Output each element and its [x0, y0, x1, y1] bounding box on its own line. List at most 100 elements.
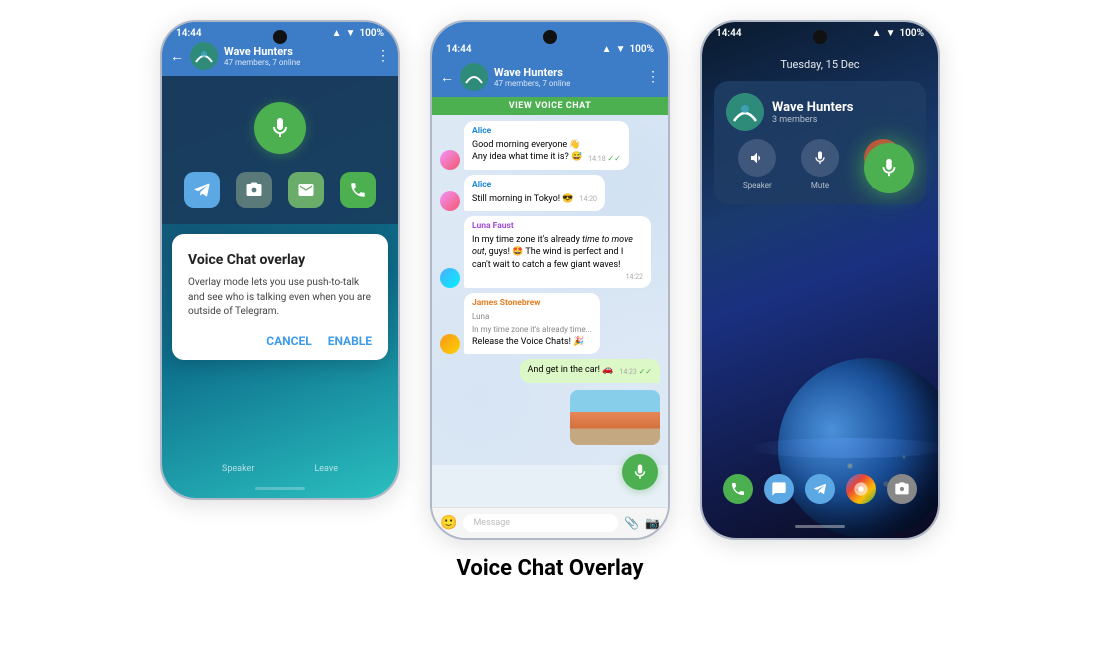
phone-left: 14:44 ▲ ▼ 100% ← Wave Hunters 47 members…: [160, 20, 400, 500]
alice-avatar-2: [440, 191, 460, 211]
camera-dock-icon[interactable]: [887, 474, 917, 504]
chat-image-inner: [570, 390, 660, 445]
cancel-button[interactable]: CANCEL: [266, 334, 311, 348]
msg-bubble: Luna Faust In my time zone it's already …: [464, 216, 651, 288]
emoji-button[interactable]: 🙂: [440, 515, 457, 531]
wifi-icon-left: ▼: [346, 28, 356, 39]
voice-card-name: Wave Hunters: [772, 100, 914, 115]
back-arrow-left[interactable]: ←: [170, 48, 184, 65]
mic-float-middle[interactable]: [622, 454, 658, 490]
battery-right: 100%: [899, 28, 924, 39]
back-arrow-middle[interactable]: ←: [440, 69, 454, 86]
message-row: James Stonebrew LunaIn my time zone it's…: [440, 293, 660, 354]
msg-time: 14:23 ✓✓: [619, 366, 652, 378]
chat-header-info-left: Wave Hunters 47 members, 7 online: [224, 45, 370, 67]
chat-sub-left: 47 members, 7 online: [224, 58, 370, 67]
menu-icon-middle[interactable]: ⋮: [646, 69, 660, 85]
enable-button[interactable]: ENABLE: [328, 334, 372, 348]
chrome-dock-icon[interactable]: [846, 474, 876, 504]
msg-bubble: Alice Still morning in Tokyo! 😎 14:20: [464, 175, 605, 210]
call-dock-icon[interactable]: [723, 474, 753, 504]
status-time-left: 14:44: [176, 28, 202, 39]
msg-bubble: Alice Good morning everyone 👋Any idea wh…: [464, 121, 629, 170]
chat-input-bar: 🙂 Message 📎 📷: [432, 507, 668, 538]
chat-name-left: Wave Hunters: [224, 45, 370, 58]
earth-glow: [748, 438, 938, 458]
mute-icon: [801, 139, 839, 177]
camera-input-button[interactable]: 📷: [645, 516, 660, 530]
message-row: Alice Good morning everyone 👋Any idea wh…: [440, 121, 660, 170]
chat-name-middle: Wave Hunters: [494, 66, 640, 79]
bottom-labels-left: Speaker Leave: [162, 460, 398, 478]
voice-chat-banner[interactable]: VIEW VOICE CHAT: [432, 97, 668, 115]
phones-container: 14:44 ▲ ▼ 100% ← Wave Hunters 47 members…: [0, 0, 1100, 550]
signal-icon-middle: ▲: [602, 44, 612, 55]
leave-label: Leave: [314, 464, 338, 474]
msg-text: LunaIn my time zone it's already time...: [472, 312, 592, 334]
image-msg-row: [440, 388, 660, 445]
battery-left: 100%: [359, 28, 384, 39]
msg-sender: Alice: [472, 126, 621, 138]
message-row: Luna Faust In my time zone it's already …: [440, 216, 660, 288]
msg-bubble: James Stonebrew LunaIn my time zone it's…: [464, 293, 600, 354]
msg-bubble-outgoing: And get in the car! 🚗 14:23 ✓✓: [520, 359, 660, 383]
mic-float-right[interactable]: [864, 143, 914, 193]
wifi-icon-middle: ▼: [616, 44, 626, 55]
voice-chat-card: Wave Hunters 3 members Speaker: [714, 81, 926, 204]
phone-app-icon[interactable]: [340, 172, 376, 208]
signal-icon-left: ▲: [332, 28, 342, 39]
msg-time: 14:18 ✓✓: [588, 153, 621, 165]
camera-app-icon[interactable]: [236, 172, 272, 208]
camera-hole-right: [813, 30, 827, 44]
speaker-icon: [738, 139, 776, 177]
msg-sender: Alice: [472, 180, 597, 192]
mail-app-icon[interactable]: [288, 172, 324, 208]
msg-text-2: Release the Voice Chats! 🎉: [472, 337, 584, 347]
mic-button-large[interactable]: [254, 102, 306, 154]
phone-right: 14:44 ▲ ▼ 100% Tuesday, 15 Dec Wave Hunt…: [700, 20, 940, 540]
msg-sender-luna: Luna Faust: [472, 221, 643, 233]
camera-hole-middle: [543, 30, 557, 44]
chat-image: [570, 390, 660, 445]
menu-icon-left[interactable]: ⋮: [376, 48, 390, 64]
james-avatar: [440, 334, 460, 354]
input-placeholder: Message: [473, 518, 510, 528]
message-input[interactable]: Message: [463, 514, 618, 532]
group-avatar-middle: [460, 63, 488, 91]
msg-text: And get in the car! 🚗: [528, 365, 614, 375]
signal-icon-right: ▲: [872, 28, 882, 39]
page-title: Voice Chat Overlay: [457, 556, 644, 591]
outgoing-row: And get in the car! 🚗 14:23 ✓✓: [440, 359, 660, 383]
voice-card-controls: Speaker Mute Leave: [726, 139, 914, 190]
msg-text: Good morning everyone 👋Any idea what tim…: [472, 140, 582, 163]
overlay-area: [162, 76, 398, 224]
telegram-app-icon[interactable]: [184, 172, 220, 208]
message-row: Alice Still morning in Tokyo! 😎 14:20: [440, 175, 660, 210]
mute-control[interactable]: Mute: [801, 139, 839, 190]
chat-header-middle: ← Wave Hunters 47 members, 7 online ⋮: [432, 59, 668, 97]
msg-time: 14:22: [626, 273, 643, 283]
voice-card-avatar: [726, 93, 764, 131]
msg-time: 14:20: [580, 195, 597, 205]
msg-text: In my time zone it's already time to mov…: [472, 235, 633, 270]
msg-text: Still morning in Tokyo! 😎: [472, 194, 574, 204]
msg-sender-james: James Stonebrew: [472, 298, 592, 310]
attach-button[interactable]: 📎: [624, 516, 639, 530]
telegram-dock-icon[interactable]: [805, 474, 835, 504]
alice-avatar-1: [440, 150, 460, 170]
battery-middle: 100%: [629, 44, 654, 55]
app-dock: [702, 468, 938, 510]
speaker-control[interactable]: Speaker: [738, 139, 776, 190]
chat-messages: Alice Good morning everyone 👋Any idea wh…: [432, 115, 668, 465]
voice-card-members: 3 members: [772, 115, 914, 125]
voice-card-info: Wave Hunters 3 members: [772, 100, 914, 125]
dialog-buttons: CANCEL ENABLE: [188, 334, 372, 348]
app-icons-row: [184, 168, 376, 216]
chat-sub-middle: 47 members, 7 online: [494, 79, 640, 88]
dialog-body: Overlay mode lets you use push-to-talk a…: [188, 276, 372, 320]
messages-dock-icon[interactable]: [764, 474, 794, 504]
phone-middle: 14:44 ▲ ▼ 100% ← Wave Hunters 47 members…: [430, 20, 670, 540]
dialog-title: Voice Chat overlay: [188, 252, 372, 268]
home-indicator-right: [795, 525, 845, 528]
luna-avatar: [440, 268, 460, 288]
